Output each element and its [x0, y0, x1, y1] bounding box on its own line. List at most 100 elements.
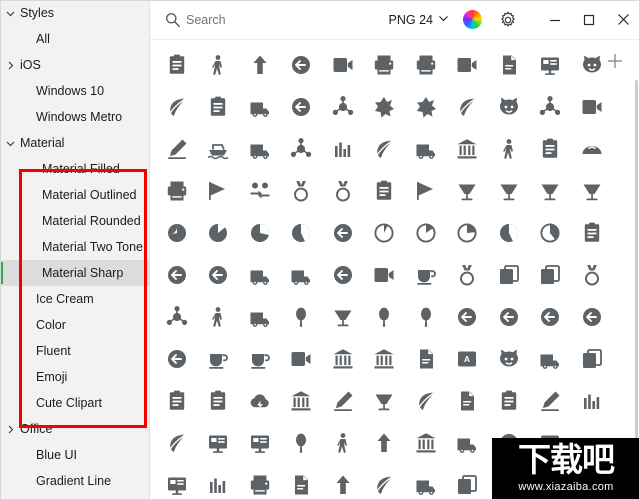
icon-cell-water-thermometer-icon[interactable] [530, 380, 571, 422]
chevron-right-icon[interactable] [0, 416, 20, 442]
icon-cell-pie-chart-1-icon[interactable] [156, 212, 197, 254]
icon-cell-upload-arrow-icon[interactable] [364, 422, 405, 464]
add-icon-button[interactable] [604, 50, 626, 72]
icon-cell-avocado-icon[interactable] [405, 380, 446, 422]
icon-cell-balloon-icon[interactable] [405, 296, 446, 338]
icon-cell-bar-chart-decline-icon[interactable] [322, 128, 363, 170]
sidebar-item-styles[interactable]: Styles [0, 0, 149, 26]
sidebar-item-windows-10[interactable]: Windows 10 [0, 78, 149, 104]
icon-cell-contact-details-icon[interactable] [447, 44, 488, 86]
icon-cell-puzzle-circle-icon[interactable] [322, 212, 363, 254]
icon-cell-hard-drive-icon[interactable] [364, 44, 405, 86]
icon-cell-video-chat-icon[interactable] [364, 254, 405, 296]
icon-cell-wristwatch-icon[interactable] [447, 254, 488, 296]
color-wheel-icon[interactable] [463, 10, 482, 29]
icon-cell-uk-document-icon[interactable] [488, 44, 529, 86]
sidebar-item-material-outlined[interactable]: Material Outlined [0, 182, 149, 208]
icon-cell-clipboard-list-icon[interactable] [156, 44, 197, 86]
icon-cell-barcode-scanner-icon[interactable] [198, 464, 239, 500]
icon-cell-fish-bone-icon[interactable] [447, 86, 488, 128]
icon-cell-balloons-icon[interactable] [364, 296, 405, 338]
icon-cell-download-circle-icon[interactable] [281, 44, 322, 86]
icon-cell-coffee-cup-icon[interactable] [198, 338, 239, 380]
styles-sidebar[interactable]: Styles All iOS Windows 10 Windows Metro Mater… [0, 0, 150, 500]
icon-cell-network-info-icon[interactable] [156, 296, 197, 338]
icon-cell-task-block-icon[interactable] [530, 254, 571, 296]
icon-cell-car-wash-icon[interactable] [239, 86, 280, 128]
sidebar-item-all[interactable]: All [0, 26, 149, 52]
icon-cell-fire-pit-icon[interactable] [571, 170, 612, 212]
icon-grid[interactable]: A O3 [150, 40, 640, 500]
icon-cell-pie-outline-3-icon[interactable] [447, 212, 488, 254]
icon-cell-layout-panel-icon[interactable] [198, 422, 239, 464]
icon-cell-bbq-grill-icon[interactable] [447, 170, 488, 212]
sidebar-item-ios[interactable]: iOS [0, 52, 149, 78]
sidebar-item-material-rounded[interactable]: Material Rounded [0, 208, 149, 234]
icon-cell-printer-icon[interactable] [405, 44, 446, 86]
maximize-button[interactable] [572, 0, 606, 40]
sidebar-item-color[interactable]: Color [0, 312, 149, 338]
icon-cell-user-time-icon[interactable] [322, 422, 363, 464]
icon-cell-thunder-cloud-icon[interactable] [239, 380, 280, 422]
icon-cell-apk-file-icon[interactable] [281, 464, 322, 500]
sidebar-item-emoji[interactable]: Emoji [0, 364, 149, 390]
icon-cell-id-card-icon[interactable] [530, 44, 571, 86]
icon-cell-image-upload-icon[interactable] [239, 44, 280, 86]
icon-cell-flag-pennant-icon[interactable] [198, 170, 239, 212]
icon-cell-smiley-robot-icon[interactable] [488, 338, 529, 380]
close-button[interactable] [606, 0, 640, 40]
icon-cell-ink-splatter-icon[interactable] [405, 86, 446, 128]
icon-cell-molecule-icon[interactable] [281, 128, 322, 170]
icon-cell-dotted-list-icon[interactable] [571, 212, 612, 254]
icon-cell-document-lines-icon[interactable] [405, 338, 446, 380]
icon-cell-forward-circle-icon[interactable] [198, 254, 239, 296]
icon-cell-funnel-chair-icon[interactable] [364, 380, 405, 422]
icon-cell-car-passenger-icon[interactable] [239, 254, 280, 296]
icon-cell-task-clock-icon[interactable] [571, 254, 612, 296]
icon-cell-balloon-heart-icon[interactable] [281, 422, 322, 464]
icon-cell-calculator-icon[interactable] [198, 380, 239, 422]
icon-cell-watering-can-icon[interactable] [156, 422, 197, 464]
icon-grid-container[interactable]: A O3 [150, 40, 640, 500]
sidebar-item-office[interactable]: Office [0, 416, 149, 442]
icon-cell-highlighter-icon[interactable] [322, 380, 363, 422]
icon-cell-market-stall-icon[interactable] [447, 128, 488, 170]
icon-cell-delivery-scooter-icon[interactable] [239, 128, 280, 170]
icon-cell-subtitles-icon[interactable] [322, 44, 363, 86]
sidebar-item-material-sharp[interactable]: Material Sharp [0, 260, 149, 286]
icon-cell-standing-person-icon[interactable] [488, 128, 529, 170]
chevron-down-icon[interactable] [0, 130, 20, 156]
icon-cell-pie-chart-half-icon[interactable] [239, 212, 280, 254]
icon-cell-video-call-icon[interactable] [571, 86, 612, 128]
icon-cell-covered-grill-icon[interactable] [488, 170, 529, 212]
icon-cell-jet-plane-icon[interactable] [156, 86, 197, 128]
icon-cell-compass-circle-icon[interactable] [488, 422, 529, 464]
icon-cell-bus-front-icon[interactable] [405, 128, 446, 170]
sidebar-item-material-two-tone[interactable]: Material Two Tone [0, 234, 149, 260]
icon-cell-open-book-icon[interactable] [488, 380, 529, 422]
icon-cell-exit-left-circle-icon[interactable] [281, 86, 322, 128]
icon-cell-key-list-icon[interactable] [156, 380, 197, 422]
icon-cell-no-signal-icon[interactable] [405, 422, 446, 464]
icon-cell-microscope-icon[interactable] [156, 128, 197, 170]
icon-cell-ozone-o3-icon[interactable]: O3 [530, 422, 571, 464]
icon-cell-clock-circle-icon[interactable] [530, 296, 571, 338]
icon-cell-pie-chart-2-icon[interactable] [198, 212, 239, 254]
vertical-scrollbar[interactable] [633, 80, 640, 500]
icon-cell-vending-machine-icon[interactable] [364, 170, 405, 212]
scrollbar-thumb[interactable] [635, 80, 638, 475]
icon-cell-desktop-monitor-icon[interactable] [156, 464, 197, 500]
icon-cell-translate-icon[interactable]: A [447, 338, 488, 380]
icon-cell-percent-icon[interactable] [322, 254, 363, 296]
icon-cell-washing-machine-icon[interactable] [239, 464, 280, 500]
icon-cell-pyramid-icon[interactable] [405, 170, 446, 212]
icon-cell-swap-arrows-icon[interactable] [322, 464, 363, 500]
icon-cell-pie-outline-2-icon[interactable] [405, 212, 446, 254]
gear-icon[interactable] [498, 10, 518, 30]
chevron-right-icon[interactable] [0, 52, 20, 78]
icon-cell-dotted-ring-icon[interactable] [322, 86, 363, 128]
icon-cell-bank-icon[interactable] [281, 380, 322, 422]
icon-cell-back-circle-icon[interactable] [156, 254, 197, 296]
sidebar-item-windows-metro[interactable]: Windows Metro [0, 104, 149, 130]
icon-cell-medal-3-icon[interactable] [281, 170, 322, 212]
